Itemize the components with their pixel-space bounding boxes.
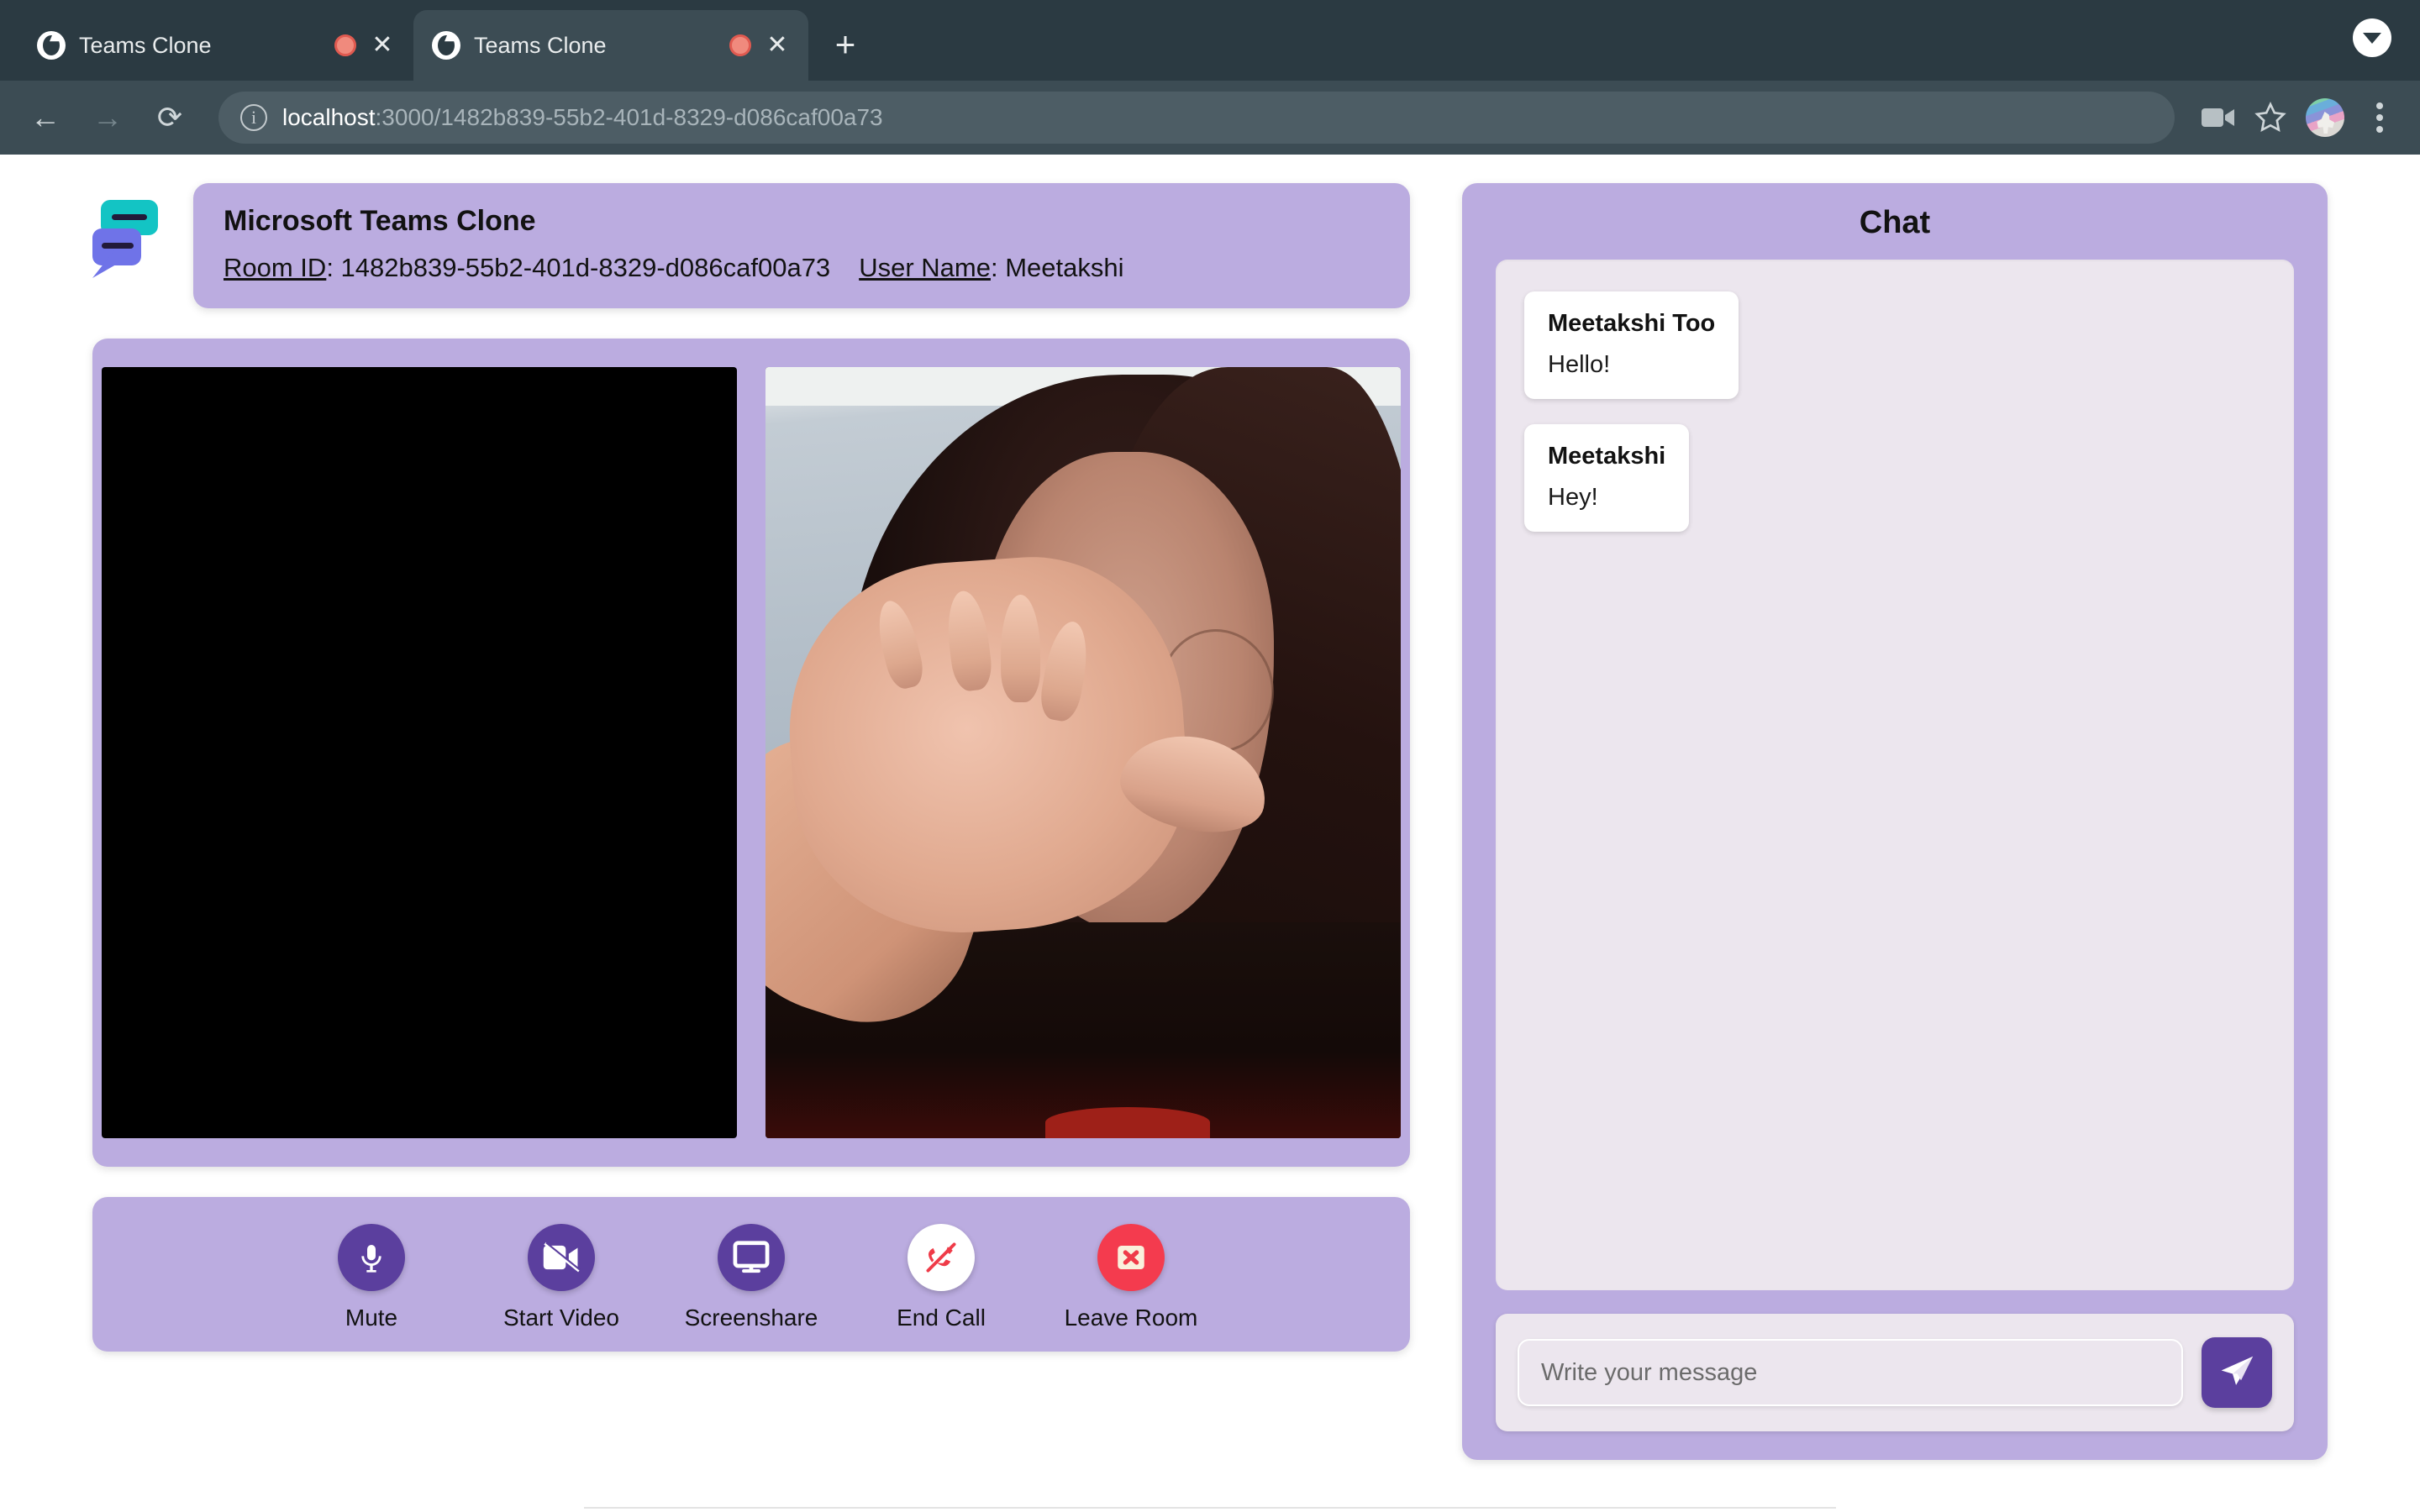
browser-tab-2[interactable]: Teams Clone ✕ bbox=[413, 10, 808, 81]
leave-room-button[interactable]: Leave Room bbox=[1064, 1224, 1198, 1331]
tab-strip: Teams Clone ✕ Teams Clone ✕ + bbox=[0, 0, 2420, 81]
room-id-separator: : bbox=[326, 253, 341, 282]
back-button[interactable]: ← bbox=[24, 102, 67, 133]
remote-video-tile[interactable] bbox=[102, 367, 737, 1138]
phone-off-icon bbox=[908, 1224, 975, 1291]
chevron-down-icon[interactable] bbox=[2353, 18, 2391, 57]
video-panel bbox=[92, 339, 1410, 1167]
app-header-row: Microsoft Teams Clone Room ID: 1482b839-… bbox=[92, 183, 1410, 308]
tab-recording-indicator bbox=[729, 34, 751, 56]
exit-x-icon bbox=[1097, 1224, 1165, 1291]
app-page: Microsoft Teams Clone Room ID: 1482b839-… bbox=[0, 155, 2420, 1512]
chat-message: Meetakshi Hey! bbox=[1524, 424, 1690, 532]
send-paper-plane-icon bbox=[2217, 1352, 2256, 1394]
control-label: Start Video bbox=[502, 1305, 620, 1331]
local-video-tile[interactable] bbox=[765, 367, 1401, 1138]
video-camera-icon[interactable] bbox=[2202, 106, 2235, 129]
control-label: Leave Room bbox=[1064, 1305, 1198, 1331]
chat-message: Meetakshi Too Hello! bbox=[1524, 291, 1739, 399]
url-text: localhost:3000/1482b839-55b2-401d-8329-d… bbox=[282, 104, 883, 131]
chat-title: Chat bbox=[1859, 205, 1931, 240]
browser-tab-1[interactable]: Teams Clone ✕ bbox=[18, 10, 413, 81]
room-meta: Room ID: 1482b839-55b2-401d-8329-d086caf… bbox=[224, 253, 1380, 283]
webcam-feed bbox=[765, 367, 1401, 1138]
tab-title: Teams Clone bbox=[474, 32, 607, 58]
message-text: Hello! bbox=[1548, 351, 1611, 378]
control-label: Screenshare bbox=[684, 1305, 818, 1331]
globe-icon bbox=[432, 31, 460, 60]
avatar[interactable] bbox=[2306, 98, 2344, 137]
globe-icon bbox=[37, 31, 66, 60]
url-path: :3000/1482b839-55b2-401d-8329-d086caf00a… bbox=[375, 104, 883, 130]
chat-panel: Chat Meetakshi Too Hello! Meetakshi Hey! bbox=[1462, 183, 2328, 1460]
call-controls-bar: Mute Start Video Screenshare End Call Le… bbox=[92, 1197, 1410, 1352]
user-name-label: User Name bbox=[859, 253, 991, 282]
page-title: Microsoft Teams Clone bbox=[224, 205, 536, 237]
tab-title: Teams Clone bbox=[79, 32, 212, 58]
new-tab-button[interactable]: + bbox=[827, 27, 864, 62]
message-input[interactable] bbox=[1518, 1339, 2183, 1406]
tab-close-icon[interactable]: ✕ bbox=[765, 33, 790, 58]
microphone-icon bbox=[338, 1224, 405, 1291]
chat-composer bbox=[1496, 1314, 2294, 1431]
url-host: localhost bbox=[282, 104, 376, 130]
content-row: Microsoft Teams Clone Room ID: 1482b839-… bbox=[92, 183, 2328, 1460]
browser-toolbar: ← → ⟳ i localhost:3000/1482b839-55b2-401… bbox=[0, 81, 2420, 155]
tab-close-icon[interactable]: ✕ bbox=[370, 33, 395, 58]
mute-button[interactable]: Mute bbox=[304, 1224, 439, 1331]
end-call-button[interactable]: End Call bbox=[874, 1224, 1008, 1331]
room-info-card: Microsoft Teams Clone Room ID: 1482b839-… bbox=[193, 183, 1410, 308]
message-sender: Meetakshi Too bbox=[1548, 310, 1716, 337]
screenshare-button[interactable]: Screenshare bbox=[684, 1224, 818, 1331]
send-button[interactable] bbox=[2202, 1337, 2272, 1408]
start-video-button[interactable]: Start Video bbox=[494, 1224, 629, 1331]
control-label: End Call bbox=[897, 1305, 986, 1331]
page-footer: Made by Meetakshi Setiya for Microsoft E… bbox=[92, 1485, 2328, 1512]
monitor-icon bbox=[718, 1224, 785, 1291]
forward-button[interactable]: → bbox=[86, 102, 129, 133]
message-text: Hey! bbox=[1548, 484, 1598, 511]
chat-message-list[interactable]: Meetakshi Too Hello! Meetakshi Hey! bbox=[1496, 260, 2294, 1290]
user-name-separator: : bbox=[990, 253, 1006, 282]
left-column: Microsoft Teams Clone Room ID: 1482b839-… bbox=[92, 183, 1410, 1352]
star-icon[interactable] bbox=[2254, 101, 2287, 134]
video-off-icon bbox=[528, 1224, 595, 1291]
reload-button[interactable]: ⟳ bbox=[148, 102, 192, 133]
logo-bubble-blue bbox=[92, 228, 141, 265]
control-label: Mute bbox=[345, 1305, 398, 1331]
browser-window: Teams Clone ✕ Teams Clone ✕ + ← → ⟳ i lo… bbox=[0, 0, 2420, 1512]
user-name-value: Meetakshi bbox=[1005, 253, 1124, 282]
kebab-menu-icon[interactable] bbox=[2363, 102, 2396, 133]
footer-divider bbox=[584, 1507, 1836, 1509]
info-icon[interactable]: i bbox=[240, 104, 267, 131]
teams-clone-logo-icon bbox=[92, 198, 168, 282]
tab-recording-indicator bbox=[334, 34, 356, 56]
room-id-value: 1482b839-55b2-401d-8329-d086caf00a73 bbox=[340, 253, 831, 282]
message-sender: Meetakshi bbox=[1548, 443, 1666, 470]
room-id-label: Room ID bbox=[224, 253, 327, 282]
address-bar[interactable]: i localhost:3000/1482b839-55b2-401d-8329… bbox=[218, 92, 2175, 144]
